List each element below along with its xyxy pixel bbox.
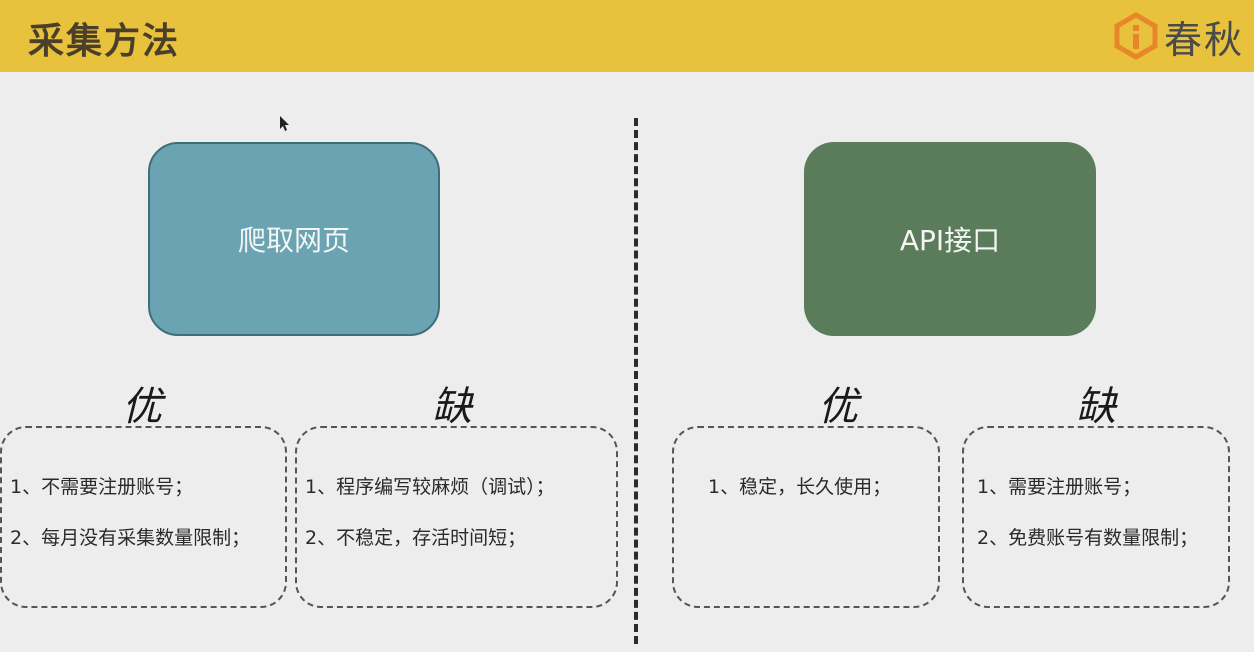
list-item: 1、程序编写较麻烦（调试）； [305, 476, 555, 498]
list-item: 1、不需要注册账号； [10, 476, 194, 498]
logo-text: 春秋 [1163, 17, 1244, 62]
method-box-web-crawling: 爬取网页 [148, 142, 440, 336]
pros-heading-right: 优 [818, 384, 858, 430]
pros-card-left: 1、不需要注册账号； 2、每月没有采集数量限制； [0, 426, 287, 608]
cons-card-left: 1、程序编写较麻烦（调试）； 2、不稳定，存活时间短； [295, 426, 618, 608]
list-item: 2、每月没有采集数量限制； [10, 527, 251, 549]
method-box-api: API接口 [804, 142, 1096, 336]
list-item: 2、免费账号有数量限制； [977, 527, 1199, 549]
method-label: API接口 [899, 224, 1001, 257]
cons-card-right: 1、需要注册账号； 2、免费账号有数量限制； [962, 426, 1230, 608]
method-label: 爬取网页 [237, 224, 350, 257]
mouse-cursor-icon [280, 116, 289, 131]
pros-heading-left: 优 [122, 384, 162, 430]
list-item: 1、稳定，长久使用； [708, 476, 892, 498]
pros-card-right: 1、稳定，长久使用； [672, 426, 940, 608]
page-title: 采集方法 [28, 21, 181, 62]
cons-heading-left: 缺 [432, 384, 472, 430]
list-item: 2、不稳定，存活时间短； [305, 527, 527, 549]
title-bar: 采集方法 春秋 [0, 0, 1254, 72]
chunqiu-logo-icon [1114, 12, 1158, 60]
cons-heading-right: 缺 [1076, 384, 1116, 430]
list-item: 1、需要注册账号； [977, 476, 1142, 498]
logo: 春秋 [1112, 8, 1244, 64]
section-divider [634, 118, 638, 644]
